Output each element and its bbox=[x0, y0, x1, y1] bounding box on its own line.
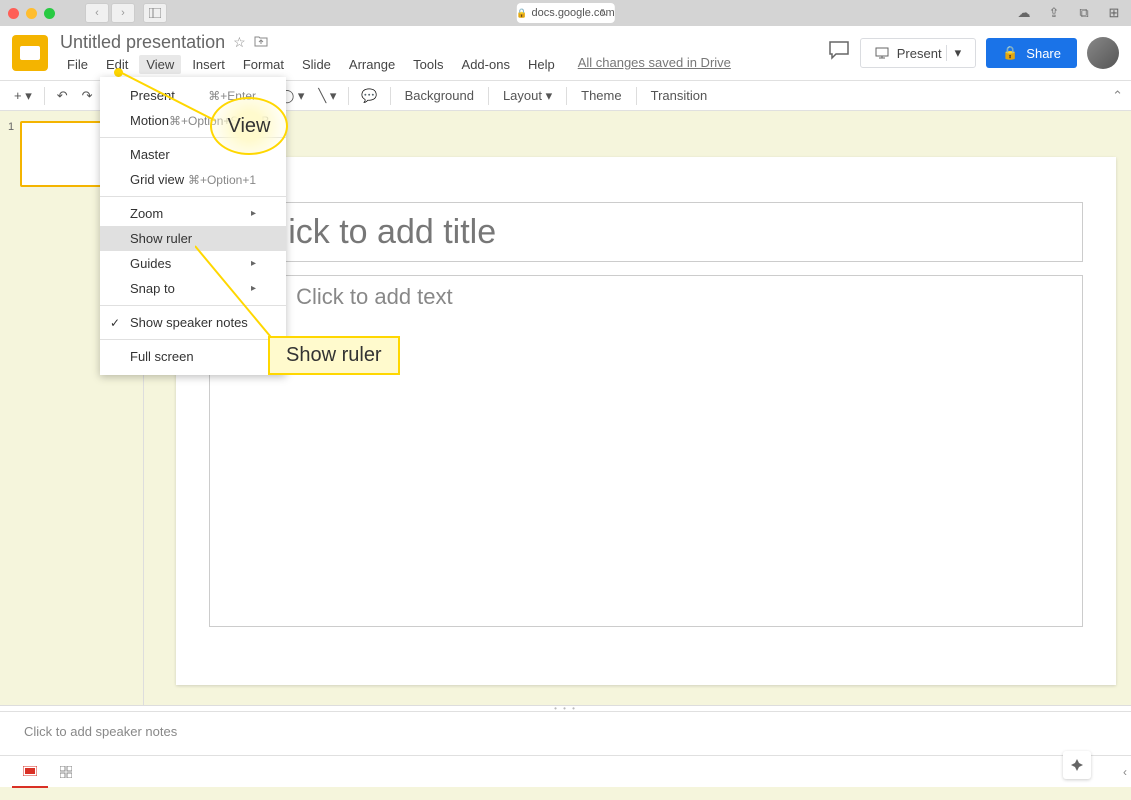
separator bbox=[44, 87, 45, 105]
theme-button[interactable]: Theme bbox=[573, 84, 629, 107]
sidebar-toggle[interactable] bbox=[143, 3, 167, 23]
explore-button[interactable] bbox=[1063, 751, 1091, 779]
slide-canvas[interactable]: Click to add title Click to add text bbox=[176, 157, 1116, 685]
subtitle-text: Click to add text bbox=[296, 284, 453, 309]
doc-title[interactable]: Untitled presentation bbox=[60, 32, 225, 53]
layout-button[interactable]: Layout ▾ bbox=[495, 84, 560, 108]
maximize-window[interactable] bbox=[44, 8, 55, 19]
menu-master-label: Master bbox=[130, 147, 170, 162]
close-window[interactable] bbox=[8, 8, 19, 19]
menu-snap-to-label: Snap to bbox=[130, 281, 175, 296]
show-ruler-callout-label: Show ruler bbox=[286, 344, 382, 366]
present-icon bbox=[875, 47, 889, 59]
line-button[interactable]: ╲ ▾ bbox=[312, 84, 342, 108]
menu-slide[interactable]: Slide bbox=[295, 55, 338, 74]
lock-icon: 🔒 bbox=[1002, 45, 1018, 61]
menu-format[interactable]: Format bbox=[236, 55, 291, 74]
separator bbox=[348, 87, 349, 105]
lock-icon: 🔒 bbox=[516, 8, 527, 19]
comments-icon[interactable] bbox=[828, 40, 850, 66]
grid-view-tab[interactable] bbox=[48, 756, 84, 788]
bottom-bar: ‹ bbox=[0, 755, 1131, 787]
menu-guides-label: Guides bbox=[130, 256, 171, 271]
transition-button[interactable]: Transition bbox=[643, 84, 716, 107]
new-slide-button[interactable]: + ▾ bbox=[8, 84, 38, 108]
menu-full-screen-label: Full screen bbox=[130, 349, 194, 364]
menu-tools[interactable]: Tools bbox=[406, 55, 450, 74]
share-button[interactable]: 🔒 Share bbox=[986, 38, 1077, 68]
undo-button[interactable]: ↶ bbox=[51, 84, 74, 108]
slide-number: 1 bbox=[8, 121, 14, 187]
collapse-toolbar-icon[interactable]: ⌃ bbox=[1112, 88, 1123, 104]
menu-arrange[interactable]: Arrange bbox=[342, 55, 402, 74]
submenu-arrow-icon: ▸ bbox=[251, 208, 256, 219]
menu-file[interactable]: File bbox=[60, 55, 95, 74]
header-right: Present ▾ 🔒 Share bbox=[828, 37, 1119, 69]
filmstrip-view-tab[interactable] bbox=[12, 756, 48, 788]
present-dropdown-arrow[interactable]: ▾ bbox=[946, 45, 962, 61]
slides-logo[interactable] bbox=[12, 35, 48, 71]
browser-actions: ☁ ⇪ ⧉ ⊞ bbox=[1015, 4, 1123, 22]
cloud-icon[interactable]: ☁ bbox=[1015, 4, 1033, 22]
background-button[interactable]: Background bbox=[397, 84, 482, 107]
copy-icon[interactable]: ⧉ bbox=[1075, 4, 1093, 22]
slide-canvas-area: Click to add title Click to add text bbox=[144, 111, 1131, 705]
title-placeholder[interactable]: Click to add title bbox=[209, 202, 1083, 262]
menu-grid-view[interactable]: Grid view ⌘+Option+1 bbox=[100, 167, 286, 192]
reload-icon[interactable]: ↻ bbox=[600, 8, 608, 19]
menu-zoom-label: Zoom bbox=[130, 206, 163, 221]
side-panel-toggle-icon[interactable]: ‹ bbox=[1123, 765, 1127, 779]
menu-help[interactable]: Help bbox=[521, 55, 562, 74]
view-mode-tabs bbox=[12, 756, 84, 788]
minimize-window[interactable] bbox=[26, 8, 37, 19]
tabs-icon[interactable]: ⊞ bbox=[1105, 4, 1123, 22]
user-avatar[interactable] bbox=[1087, 37, 1119, 69]
slides-logo-icon bbox=[20, 46, 40, 60]
browser-nav: ‹ › bbox=[85, 3, 135, 23]
address-bar[interactable]: 🔒 docs.google.com ↻ bbox=[516, 3, 614, 23]
menu-grid-view-label: Grid view bbox=[130, 172, 184, 187]
back-button[interactable]: ‹ bbox=[85, 3, 109, 23]
subtitle-placeholder[interactable]: Click to add text bbox=[209, 275, 1083, 627]
separator bbox=[488, 87, 489, 105]
speaker-notes-placeholder: Click to add speaker notes bbox=[24, 724, 177, 739]
star-icon[interactable]: ☆ bbox=[233, 34, 246, 51]
browser-chrome: ‹ › 🔒 docs.google.com ↻ ☁ ⇪ ⧉ ⊞ bbox=[0, 0, 1131, 26]
callout-line-view bbox=[115, 68, 215, 138]
check-icon: ✓ bbox=[110, 316, 120, 330]
comment-button[interactable]: 💬 bbox=[355, 84, 383, 108]
speaker-notes[interactable]: Click to add speaker notes bbox=[0, 711, 1131, 755]
separator bbox=[390, 87, 391, 105]
view-callout: View bbox=[210, 97, 288, 155]
share-label: Share bbox=[1026, 46, 1061, 61]
separator bbox=[100, 196, 286, 197]
window-controls bbox=[8, 8, 55, 19]
share-icon[interactable]: ⇪ bbox=[1045, 4, 1063, 22]
move-to-folder-icon[interactable] bbox=[254, 35, 268, 50]
resize-dots-icon: • • • bbox=[554, 704, 577, 713]
forward-button[interactable]: › bbox=[111, 3, 135, 23]
menu-grid-view-shortcut: ⌘+Option+1 bbox=[188, 173, 256, 187]
redo-button[interactable]: ↷ bbox=[76, 84, 99, 108]
menu-zoom[interactable]: Zoom ▸ bbox=[100, 201, 286, 226]
menu-show-ruler-label: Show ruler bbox=[130, 231, 192, 246]
present-label: Present bbox=[897, 46, 942, 61]
menu-addons[interactable]: Add-ons bbox=[455, 55, 517, 74]
present-button[interactable]: Present ▾ bbox=[860, 38, 976, 68]
separator bbox=[566, 87, 567, 105]
show-ruler-callout: Show ruler bbox=[268, 336, 400, 375]
separator bbox=[636, 87, 637, 105]
view-callout-label: View bbox=[228, 115, 271, 138]
save-status[interactable]: All changes saved in Drive bbox=[578, 55, 731, 74]
doc-title-row: Untitled presentation ☆ bbox=[60, 32, 828, 53]
